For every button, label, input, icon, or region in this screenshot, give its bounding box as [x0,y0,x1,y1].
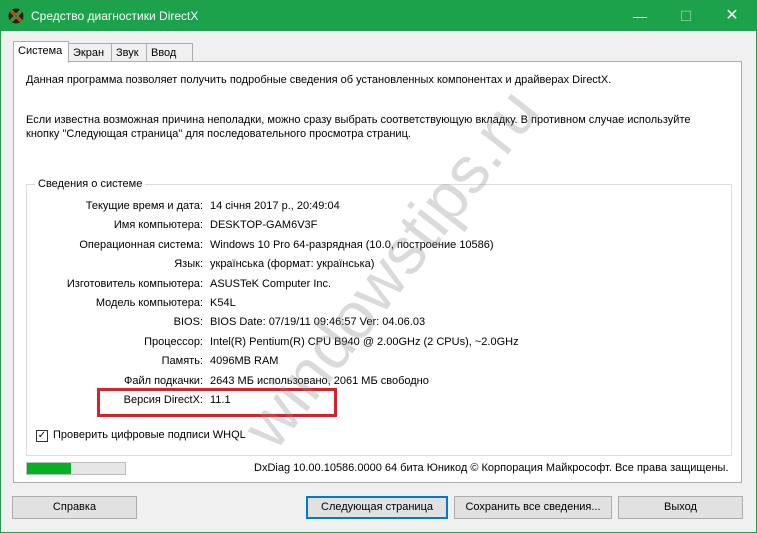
system-info-label: BIOS: [173,316,203,328]
system-info-value: 14 січня 2017 р., 20:49:04 [210,200,340,212]
system-info-value: Intel(R) Pentium(R) CPU B940 @ 2.00GHz (… [210,336,519,348]
system-info-label: Изготовитель компьютера: [66,278,203,290]
system-info-value: 4096MB RAM [210,355,279,367]
minimize-button[interactable]: — [617,1,663,31]
system-info-value: українська (формат: українська) [210,258,375,270]
tab-system[interactable]: Система [13,41,69,63]
title-bar[interactable]: Средство диагностики DirectX — ☐ ✕ [1,1,756,31]
system-info-value: 2643 МБ использовано, 2061 МБ свободно [210,375,429,387]
system-info-value: DESKTOP-GAM6V3F [210,219,318,231]
system-tab-panel: Данная программа позволяет получить подр… [13,61,742,483]
system-info-label: Файл подкачки: [123,375,203,387]
save-all-info-button[interactable]: Сохранить все сведения... [454,496,612,519]
help-button[interactable]: Справка [12,496,137,519]
tab-display[interactable]: Экран [68,43,112,62]
intro-hint-text: Если известна возможная причина неполадк… [26,114,691,140]
system-info-label: Процессор: [144,336,203,348]
whql-checkbox-label[interactable]: Проверить цифровые подписи WHQL [53,429,246,441]
exit-button[interactable]: Выход [618,496,743,519]
next-page-button[interactable]: Следующая страница [306,496,448,519]
tab-sound[interactable]: Звук [111,43,147,62]
system-info-value: BIOS Date: 07/19/11 09:46:57 Ver: 04.06.… [210,316,426,328]
window-title: Средство диагностики DirectX [31,9,199,23]
dxdiag-app-icon [8,8,24,24]
progress-bar [26,462,126,475]
system-info-label: Имя компьютера: [113,219,203,231]
system-info-value: Windows 10 Pro 64-разрядная (10.0, постр… [210,239,494,251]
system-info-label: Модель компьютера: [95,297,203,309]
system-info-label: Операционная система: [79,239,203,251]
intro-text: Данная программа позволяет получить подр… [26,74,612,86]
system-info-value: K54L [210,297,236,309]
system-info-legend: Сведения о системе [35,178,146,190]
whql-checkbox[interactable]: ✓ [36,430,48,442]
system-info-label: Язык: [174,258,203,270]
system-info-label: Память: [161,355,203,367]
system-info-value: ASUSTeK Computer Inc. [210,278,332,290]
tab-input[interactable]: Ввод [146,43,193,62]
system-info-label: Текущие время и дата: [85,200,203,212]
maximize-button[interactable]: ☐ [663,1,709,31]
close-button[interactable]: ✕ [709,1,755,31]
progress-bar-fill [27,463,72,474]
directx-version-highlight [97,388,337,417]
footer-copyright: DxDiag 10.00.10586.0000 64 бита Юникод ©… [254,462,729,474]
